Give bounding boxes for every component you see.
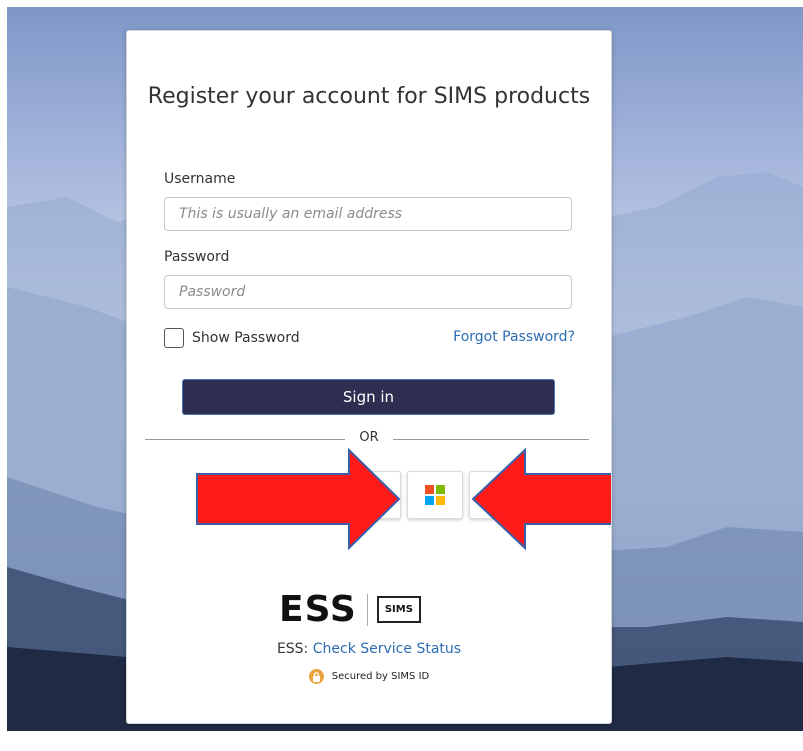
ess-sims-logo: ESS SIMS xyxy=(279,589,421,630)
password-label: Password xyxy=(164,249,230,265)
provider-button-right[interactable] xyxy=(469,471,525,519)
divider-line-right xyxy=(393,439,589,440)
show-password-checkbox[interactable] xyxy=(164,328,184,348)
service-status: ESS: Check Service Status xyxy=(127,641,611,657)
check-service-status-link[interactable]: Check Service Status xyxy=(313,641,461,657)
microsoft-logo-icon xyxy=(425,485,445,505)
or-divider: OR xyxy=(347,430,391,445)
username-label: Username xyxy=(164,171,236,187)
sims-logo-box: SIMS xyxy=(376,596,421,623)
sign-in-button[interactable]: Sign in xyxy=(182,379,555,415)
logo-separator xyxy=(366,593,368,626)
divider-line-left xyxy=(145,439,345,440)
ess-logo-text: ESS xyxy=(279,589,357,630)
status-prefix: ESS: xyxy=(276,641,309,657)
secured-text: Secured by SIMS ID xyxy=(331,671,430,682)
forgot-password-link[interactable]: Forgot Password? xyxy=(453,329,575,345)
microsoft-login-button[interactable] xyxy=(407,471,463,519)
password-input[interactable] xyxy=(164,275,572,309)
lock-icon xyxy=(308,669,324,684)
provider-button-left[interactable] xyxy=(345,471,401,519)
login-card: Register your account for SIMS products … xyxy=(126,30,612,724)
page-title: Register your account for SIMS products xyxy=(147,84,591,109)
username-input[interactable] xyxy=(164,197,572,231)
show-password-row: Show Password xyxy=(164,328,300,348)
show-password-label[interactable]: Show Password xyxy=(192,330,300,346)
secured-by: Secured by SIMS ID xyxy=(127,669,611,684)
